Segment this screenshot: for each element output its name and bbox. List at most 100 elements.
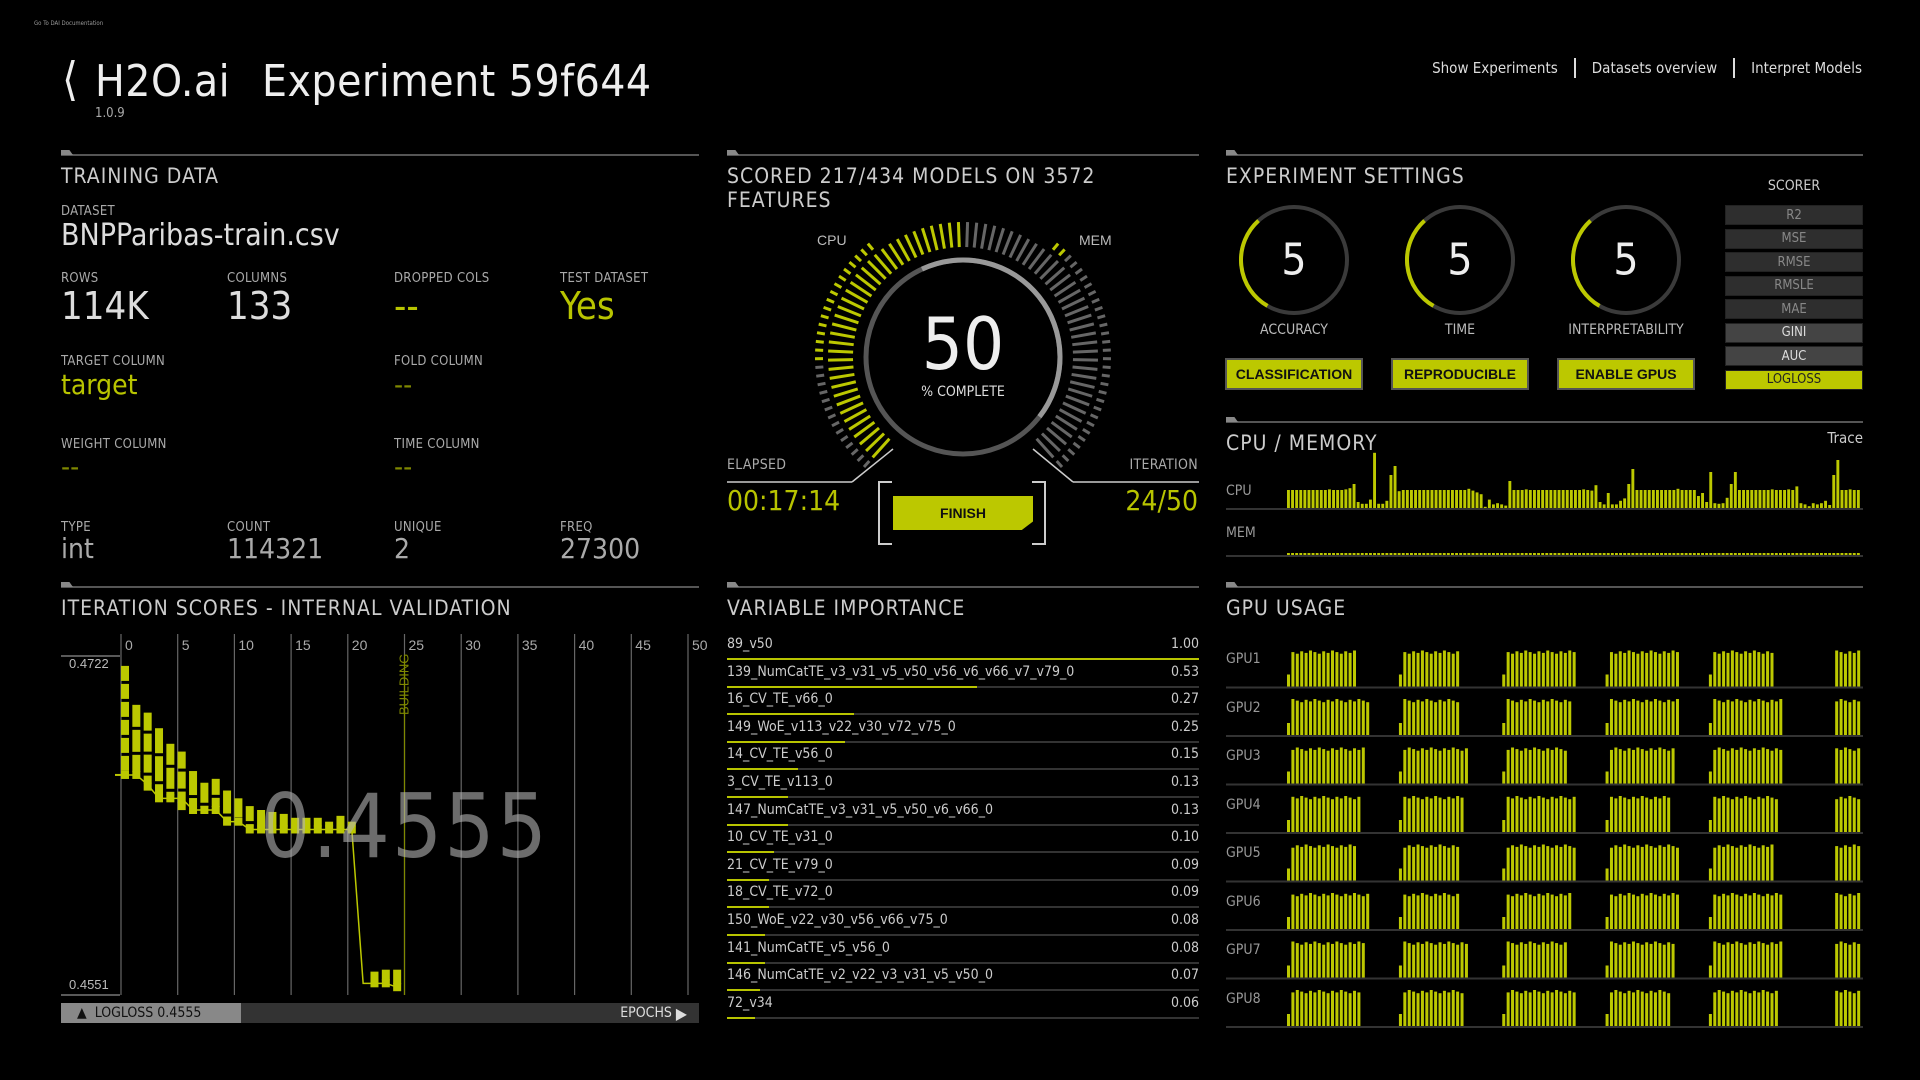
- classification-toggle[interactable]: CLASSIFICATION: [1225, 358, 1363, 390]
- panel-title: EXPERIMENT SETTINGS: [1226, 164, 1465, 188]
- play-triangle-icon: ▶: [675, 1003, 687, 1023]
- scorer-option-mse[interactable]: MSE: [1725, 228, 1863, 249]
- interpretability-dial-value[interactable]: 5: [1613, 235, 1638, 286]
- gpu-usage-panel: GPU USAGE: [1226, 586, 1863, 1026]
- test-dataset-value[interactable]: Yes: [560, 284, 615, 328]
- chart-footer-bar: ▲ LOGLOSS 0.4555 EPOCHS ▶: [61, 1003, 699, 1023]
- epochs-toggle[interactable]: EPOCHS ▶: [620, 1003, 687, 1023]
- importance-bar-fill: [727, 1016, 756, 1019]
- finish-bracket-right: [1032, 481, 1046, 545]
- enable-gpus-toggle[interactable]: ENABLE GPUS: [1557, 358, 1695, 390]
- panel-divider: [727, 154, 1199, 156]
- reproducible-toggle[interactable]: REPRODUCIBLE: [1391, 358, 1529, 390]
- variable-importance-value: 0.15: [1170, 746, 1199, 763]
- gpu-row-label: GPU5: [1226, 845, 1261, 861]
- iteration-scores-panel: ITERATION SCORES - INTERNAL VALIDATION: [61, 586, 699, 1026]
- gpu-row-label: GPU8: [1226, 990, 1261, 1007]
- dropped-cols-value: --: [394, 284, 419, 328]
- gpu-row-label: GPU1: [1226, 651, 1261, 667]
- variable-importance-row[interactable]: 72_v34 0.06: [727, 993, 1199, 1021]
- iteration-value: 24/50: [1125, 484, 1198, 517]
- top-nav: Show Experiments Datasets overview Inter…: [1432, 58, 1862, 78]
- importance-bar-track: [727, 796, 1199, 798]
- time-label: TIME: [1444, 322, 1476, 338]
- panel-divider: [61, 586, 699, 588]
- variable-name: 10_CV_TE_v31_0: [727, 829, 833, 846]
- variable-importance-row[interactable]: 147_NumCatTE_v3_v31_v5_v50_v6_v66_0 0.13: [727, 800, 1199, 828]
- finish-button[interactable]: FINISH: [893, 496, 1033, 530]
- variable-importance-row[interactable]: 149_WoE_v113_v22_v30_v72_v75_0 0.25: [727, 717, 1199, 745]
- metric-toggle[interactable]: ▲ LOGLOSS 0.4555: [61, 1003, 241, 1023]
- variable-importance-value: 0.07: [1170, 967, 1199, 984]
- iteration-label: ITERATION: [1129, 457, 1198, 473]
- target-column-value[interactable]: target: [61, 368, 138, 401]
- variable-importance-value: 0.06: [1170, 994, 1199, 1011]
- epochs-label: EPOCHS: [620, 1005, 672, 1021]
- time-dial-value[interactable]: 5: [1447, 235, 1472, 286]
- panel-divider: [61, 154, 699, 156]
- importance-bar-fill: [727, 713, 855, 716]
- variable-importance-row[interactable]: 14_CV_TE_v56_0 0.15: [727, 744, 1199, 772]
- cpu-row-label: CPU: [1226, 483, 1252, 499]
- variable-importance-row[interactable]: 146_NumCatTE_v2_v22_v3_v31_v5_v50_0 0.07: [727, 965, 1199, 993]
- importance-bar-track: [727, 1016, 1199, 1019]
- dataset-value: BNPParibas-train.csv: [61, 218, 340, 253]
- variable-name: 149_WoE_v113_v22_v30_v72_v75_0: [727, 718, 956, 735]
- variable-name: 89_v50: [727, 636, 773, 652]
- time-column-value[interactable]: --: [394, 450, 412, 483]
- variable-importance-value: 0.09: [1170, 856, 1199, 873]
- variable-importance-row[interactable]: 89_v50 1.00: [727, 634, 1199, 662]
- variable-name: 141_NumCatTE_v5_v56_0: [727, 939, 890, 956]
- importance-bar-track: [727, 906, 1199, 909]
- variable-importance-row[interactable]: 18_CV_TE_v72_0 0.09: [727, 882, 1199, 910]
- variable-name: 147_NumCatTE_v3_v31_v5_v50_v6_v66_0: [727, 801, 993, 818]
- variable-name: 21_CV_TE_v79_0: [727, 856, 833, 873]
- importance-bar-fill: [727, 823, 789, 826]
- variable-importance-row[interactable]: 139_NumCatTE_v3_v31_v5_v50_v56_v6_v66_v7…: [727, 662, 1199, 690]
- scorer-option-r2[interactable]: R2: [1725, 205, 1863, 225]
- variable-importance-row[interactable]: 16_CV_TE_v66_0 0.27: [727, 689, 1199, 717]
- scorer-option-rmse[interactable]: RMSE: [1725, 252, 1863, 272]
- variable-importance-row[interactable]: 3_CV_TE_v113_0 0.13: [727, 772, 1199, 800]
- variable-importance-row[interactable]: 21_CV_TE_v79_0 0.09: [727, 855, 1199, 883]
- accuracy-dial-value[interactable]: 5: [1281, 235, 1306, 286]
- importance-bar-track: [727, 934, 1199, 936]
- scorer-option-rmsle[interactable]: RMSLE: [1725, 275, 1863, 296]
- nav-datasets-overview[interactable]: Datasets overview: [1592, 59, 1717, 77]
- variable-importance-row[interactable]: 141_NumCatTE_v5_v56_0 0.08: [727, 938, 1199, 966]
- panel-title: GPU USAGE: [1226, 596, 1347, 620]
- importance-bar-fill: [727, 851, 775, 854]
- variable-importance-value: 0.13: [1170, 801, 1199, 818]
- importance-bar-track: [727, 851, 1199, 854]
- variable-name: 150_WoE_v22_v30_v56_v66_v75_0: [727, 912, 948, 928]
- dataset-label: DATASET: [61, 204, 115, 219]
- panel-title: VARIABLE IMPORTANCE: [727, 596, 966, 620]
- variable-importance-row[interactable]: 10_CV_TE_v31_0 0.10: [727, 827, 1199, 855]
- variable-importance-value: 0.27: [1170, 691, 1199, 708]
- type-value: int: [61, 532, 94, 565]
- target-column-label: TARGET COLUMN: [61, 354, 166, 369]
- metric-label: LOGLOSS 0.4555: [94, 1005, 202, 1021]
- rows-value: 114K: [61, 284, 149, 328]
- variable-importance-row[interactable]: 150_WoE_v22_v30_v56_v66_v75_0 0.08: [727, 910, 1199, 938]
- back-chevron-icon[interactable]: ⟨: [62, 56, 78, 102]
- scorer-option-gini[interactable]: GINI: [1725, 322, 1863, 343]
- nav-interpret-models[interactable]: Interpret Models: [1751, 59, 1862, 77]
- documentation-link[interactable]: Go To DAI Documentation: [34, 20, 103, 27]
- fold-column-value[interactable]: --: [394, 368, 412, 401]
- importance-bar-fill: [727, 906, 770, 909]
- weight-column-value[interactable]: --: [61, 450, 79, 483]
- accuracy-label: ACCURACY: [1260, 322, 1328, 338]
- nav-show-experiments[interactable]: Show Experiments: [1432, 59, 1558, 77]
- scorer-option-logloss[interactable]: LOGLOSS: [1725, 369, 1863, 390]
- unique-value: 2: [394, 532, 411, 565]
- trace-link[interactable]: Trace: [1827, 429, 1863, 447]
- nav-divider: [1733, 58, 1736, 78]
- cpu-memory-panel: CPU / MEMORY Trace CPU MEM: [1226, 421, 1863, 561]
- training-data-panel: TRAINING DATA DATASET BNPParibas-train.c…: [61, 154, 699, 574]
- variable-importance-value: 0.09: [1170, 884, 1199, 901]
- scorer-option-mae[interactable]: MAE: [1725, 299, 1863, 319]
- scorer-option-auc[interactable]: AUC: [1725, 346, 1863, 366]
- panel-title: CPU / MEMORY: [1226, 431, 1378, 455]
- panel-divider: [1226, 586, 1863, 588]
